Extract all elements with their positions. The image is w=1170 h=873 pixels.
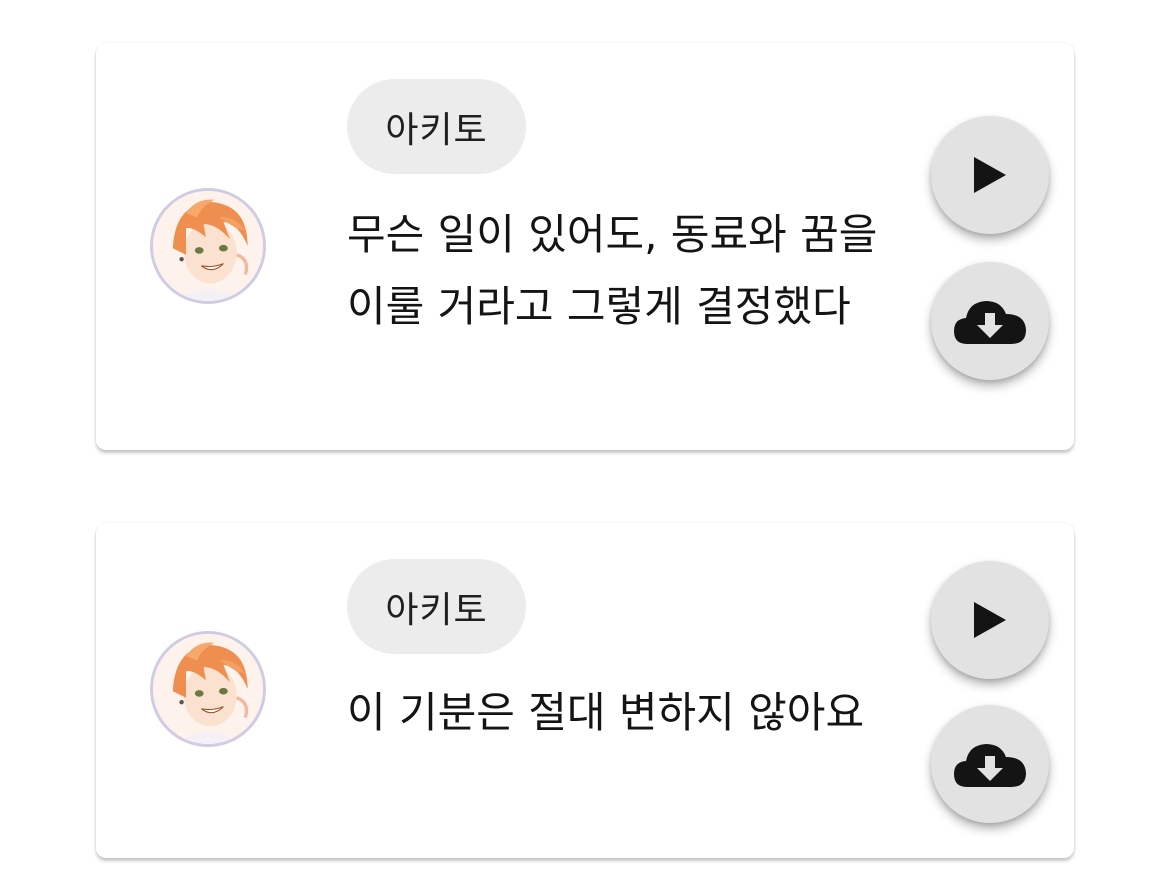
character-avatar [150, 631, 266, 747]
cloud-download-icon [954, 744, 1026, 787]
play-button[interactable] [931, 116, 1049, 234]
voice-line-card: 아키토 이 기분은 절대 변하지 않아요 [96, 523, 1074, 858]
character-portrait-icon [153, 634, 263, 744]
character-avatar [150, 188, 266, 304]
character-portrait-icon [153, 191, 263, 301]
cloud-download-icon [954, 301, 1026, 344]
download-button[interactable] [931, 705, 1049, 823]
play-icon [974, 602, 1006, 638]
download-button[interactable] [931, 262, 1049, 380]
speaker-name-chip: 아키토 [347, 559, 526, 654]
voice-line-card: 아키토 무슨 일이 있어도, 동료와 꿈을 이룰 거라고 그렇게 결정했다 [96, 43, 1074, 450]
speaker-name-chip: 아키토 [347, 79, 526, 174]
play-icon [974, 157, 1006, 193]
voice-line-text: 이 기분은 절대 변하지 않아요 [347, 688, 865, 737]
voice-line-text: 무슨 일이 있어도, 동료와 꿈을 이룰 거라고 그렇게 결정했다 [347, 210, 878, 331]
play-button[interactable] [931, 561, 1049, 679]
